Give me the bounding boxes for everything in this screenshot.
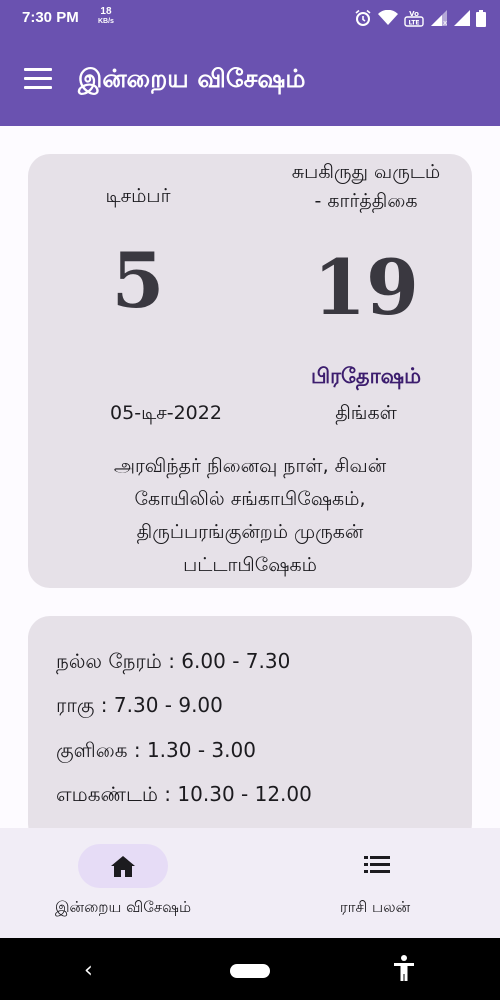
data-rate-value: 18 — [100, 6, 112, 17]
nalla-neram-time: நல்ல நேரம் : 6.00 - 7.30 — [56, 649, 291, 673]
volte-icon: Vo LTE — [404, 9, 424, 31]
home-gesture-pill[interactable] — [230, 964, 270, 978]
kuligai-time: குளிகை : 1.30 - 3.00 — [56, 738, 256, 762]
status-bar: 7:30 PM 18 KB/s Vo LTE x — [0, 0, 500, 38]
special-events: அரவிந்தர் நினைவு நாள், சிவன் கோயிலில் சங… — [28, 450, 472, 582]
emagandam-time: எமகண்டம் : 10.30 - 12.00 — [56, 782, 312, 806]
alarm-icon — [354, 9, 372, 31]
status-icons: Vo LTE x — [354, 9, 486, 31]
event-line: பட்டாபிஷேகம் — [183, 554, 317, 576]
nav-item-today[interactable]: இன்றைய விசேஷம் — [0, 828, 250, 938]
data-rate-indicator: 18 KB/s — [98, 7, 114, 27]
nav-label-rasi-palan: ராசி பலன் — [339, 898, 411, 916]
festival-name: பிரதோஷம் — [311, 364, 421, 388]
tamil-year: சுபகிருது வருடம் — [291, 161, 441, 183]
tamil-month: - கார்த்திகை — [314, 190, 418, 212]
back-icon[interactable]: ‹ — [84, 958, 93, 983]
signal-icon: x — [430, 10, 448, 30]
gregorian-month: டிசம்பர் — [105, 185, 171, 207]
nav-label-today: இன்றைய விசேஷம் — [54, 898, 192, 916]
status-time: 7:30 PM — [22, 9, 79, 26]
battery-icon — [476, 9, 486, 31]
svg-text:x: x — [443, 19, 447, 26]
bottom-navigation: இன்றைய விசேஷம் ராசி பலன் — [0, 828, 500, 938]
hamburger-menu-icon[interactable] — [24, 68, 52, 92]
app-bar: இன்றைய விசேஷம் — [0, 38, 500, 126]
event-line: திருப்பரங்குன்றம் முருகன் — [136, 521, 364, 543]
accessibility-icon[interactable] — [392, 954, 416, 986]
data-rate-unit: KB/s — [98, 18, 114, 25]
list-icon — [364, 854, 390, 880]
nav-item-rasi-palan[interactable]: ராசி பலன் — [250, 828, 500, 938]
wifi-icon — [378, 9, 398, 30]
svg-text:LTE: LTE — [408, 20, 419, 27]
ragu-time: ராகு : 7.30 - 9.00 — [56, 693, 223, 717]
event-line: கோயிலில் சங்காபிஷேகம், — [134, 488, 366, 510]
page-title: இன்றைய விசேஷம் — [78, 64, 306, 93]
svg-text:Vo: Vo — [409, 10, 419, 18]
system-navigation-bar: ‹ — [0, 938, 500, 1000]
home-icon — [110, 854, 136, 882]
event-line: அரவிந்தர் நினைவு நாள், சிவன் — [113, 455, 387, 477]
signal-icon — [454, 10, 470, 30]
tamil-year-month: சுபகிருது வருடம் - கார்த்திகை — [246, 158, 486, 216]
tamil-day: 19 — [313, 243, 419, 332]
weekday: திங்கள் — [335, 402, 397, 424]
gregorian-day: 5 — [111, 236, 165, 325]
